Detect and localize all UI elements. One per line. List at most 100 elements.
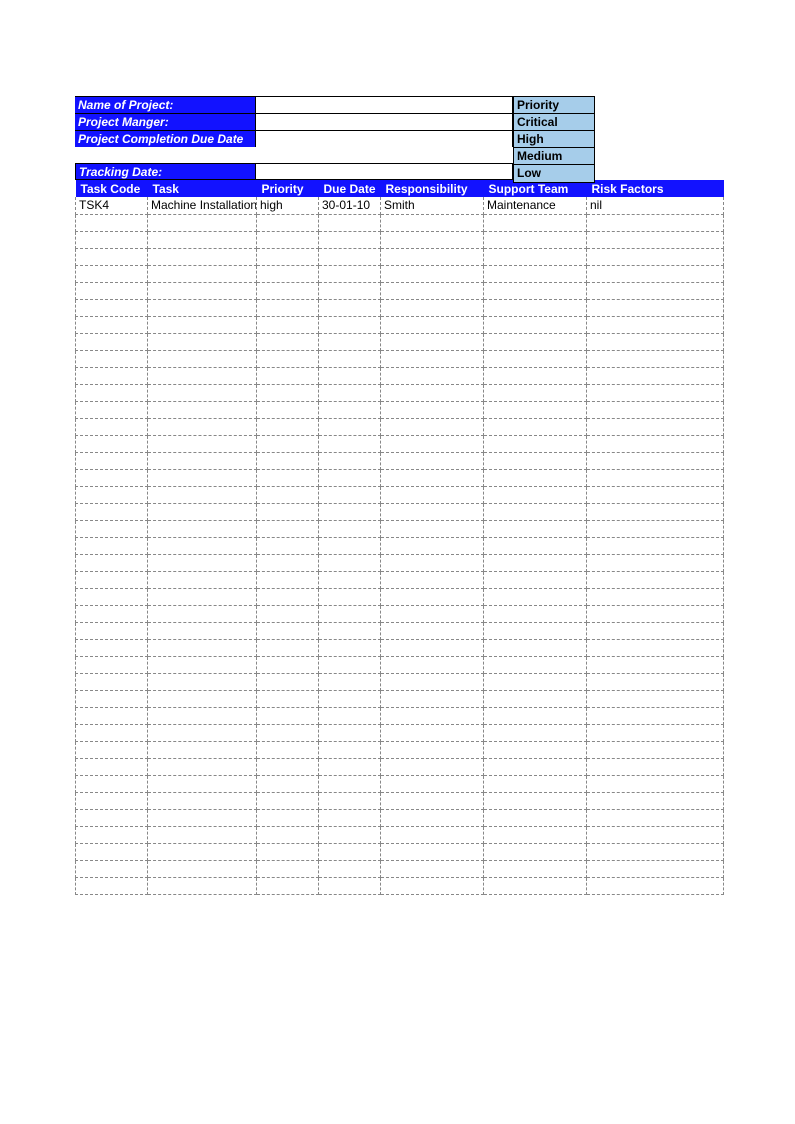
table-cell[interactable] <box>381 826 484 843</box>
table-cell[interactable] <box>484 792 587 809</box>
table-cell[interactable] <box>381 299 484 316</box>
table-cell[interactable] <box>484 401 587 418</box>
table-cell[interactable] <box>587 503 724 520</box>
table-cell[interactable] <box>484 282 587 299</box>
table-cell[interactable] <box>484 316 587 333</box>
table-cell[interactable] <box>257 622 319 639</box>
table-cell[interactable] <box>484 265 587 282</box>
table-cell[interactable] <box>257 605 319 622</box>
table-cell[interactable] <box>484 554 587 571</box>
table-cell[interactable] <box>587 316 724 333</box>
table-cell[interactable] <box>257 571 319 588</box>
table-cell[interactable] <box>257 741 319 758</box>
table-cell[interactable] <box>76 401 148 418</box>
table-cell[interactable] <box>257 503 319 520</box>
table-cell[interactable] <box>76 435 148 452</box>
table-cell[interactable] <box>319 231 381 248</box>
table-cell[interactable] <box>484 452 587 469</box>
table-cell[interactable] <box>148 503 257 520</box>
table-cell[interactable] <box>148 877 257 894</box>
table-cell[interactable] <box>319 826 381 843</box>
table-cell[interactable] <box>257 673 319 690</box>
table-cell[interactable] <box>319 537 381 554</box>
table-cell[interactable] <box>484 486 587 503</box>
table-cell[interactable] <box>319 707 381 724</box>
table-cell[interactable] <box>76 214 148 231</box>
table-cell[interactable] <box>148 333 257 350</box>
col-risk-factors[interactable]: Risk Factors <box>587 180 724 197</box>
table-cell[interactable] <box>319 622 381 639</box>
col-task[interactable]: Task <box>148 180 257 197</box>
table-cell[interactable] <box>257 486 319 503</box>
table-row[interactable] <box>76 503 724 520</box>
table-row[interactable] <box>76 707 724 724</box>
table-cell[interactable] <box>381 503 484 520</box>
table-cell[interactable] <box>381 690 484 707</box>
table-cell[interactable] <box>76 843 148 860</box>
table-row[interactable] <box>76 537 724 554</box>
table-row[interactable] <box>76 384 724 401</box>
table-cell[interactable] <box>257 707 319 724</box>
table-row[interactable] <box>76 350 724 367</box>
table-cell[interactable] <box>148 435 257 452</box>
table-cell[interactable] <box>319 350 381 367</box>
table-cell[interactable] <box>76 741 148 758</box>
table-cell[interactable] <box>381 571 484 588</box>
table-cell[interactable] <box>257 299 319 316</box>
table-cell[interactable] <box>319 724 381 741</box>
table-cell[interactable] <box>587 231 724 248</box>
table-cell[interactable] <box>381 282 484 299</box>
table-cell[interactable] <box>319 435 381 452</box>
table-cell[interactable] <box>587 418 724 435</box>
table-row[interactable] <box>76 520 724 537</box>
col-task-code[interactable]: Task Code <box>76 180 148 197</box>
table-cell[interactable] <box>257 860 319 877</box>
table-cell[interactable] <box>148 639 257 656</box>
table-cell[interactable] <box>76 758 148 775</box>
table-row[interactable] <box>76 792 724 809</box>
table-cell[interactable] <box>319 214 381 231</box>
table-cell[interactable] <box>484 350 587 367</box>
table-cell[interactable] <box>257 384 319 401</box>
table-cell[interactable] <box>484 877 587 894</box>
table-cell[interactable] <box>587 877 724 894</box>
table-cell[interactable] <box>319 282 381 299</box>
table-cell[interactable] <box>319 384 381 401</box>
table-cell[interactable] <box>319 843 381 860</box>
table-cell[interactable] <box>148 758 257 775</box>
table-cell[interactable]: Smith <box>381 197 484 214</box>
table-row[interactable] <box>76 282 724 299</box>
table-cell[interactable] <box>319 656 381 673</box>
table-cell[interactable] <box>381 758 484 775</box>
table-cell[interactable] <box>257 435 319 452</box>
table-cell[interactable] <box>587 367 724 384</box>
table-cell[interactable] <box>381 775 484 792</box>
table-cell[interactable] <box>319 809 381 826</box>
table-cell[interactable] <box>587 741 724 758</box>
table-cell[interactable] <box>76 316 148 333</box>
table-cell[interactable] <box>257 656 319 673</box>
table-cell[interactable] <box>319 639 381 656</box>
table-cell[interactable] <box>319 758 381 775</box>
table-cell[interactable] <box>257 843 319 860</box>
table-cell[interactable] <box>76 333 148 350</box>
table-cell[interactable] <box>148 588 257 605</box>
table-cell[interactable] <box>148 554 257 571</box>
table-cell[interactable] <box>319 316 381 333</box>
table-cell[interactable] <box>257 350 319 367</box>
table-cell[interactable] <box>587 282 724 299</box>
table-cell[interactable] <box>76 231 148 248</box>
table-cell[interactable] <box>148 537 257 554</box>
table-cell[interactable] <box>76 673 148 690</box>
table-cell[interactable] <box>587 656 724 673</box>
table-cell[interactable] <box>148 809 257 826</box>
name-of-project-value[interactable] <box>256 96 513 113</box>
table-cell[interactable] <box>148 401 257 418</box>
table-cell[interactable] <box>587 452 724 469</box>
table-cell[interactable] <box>319 860 381 877</box>
col-due-date[interactable]: Due Date <box>319 180 381 197</box>
table-cell[interactable] <box>148 860 257 877</box>
table-cell[interactable] <box>587 520 724 537</box>
table-cell[interactable] <box>148 605 257 622</box>
table-cell[interactable] <box>484 520 587 537</box>
